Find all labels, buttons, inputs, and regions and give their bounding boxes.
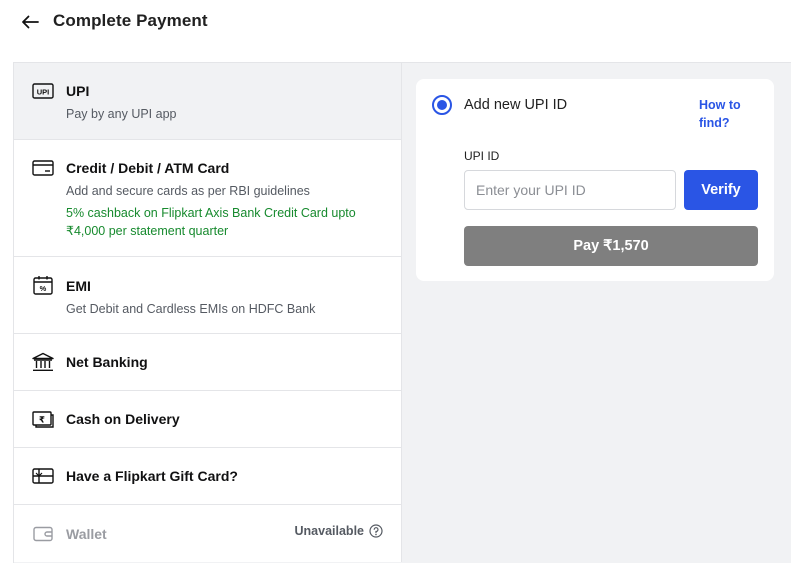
credit-card-icon bbox=[32, 159, 54, 177]
method-wallet: Wallet Unavailable bbox=[14, 505, 401, 562]
method-giftcard[interactable]: Have a Flipkart Gift Card? bbox=[14, 448, 401, 505]
verify-button[interactable]: Verify bbox=[684, 170, 758, 210]
method-title: Credit / Debit / ATM Card bbox=[66, 160, 230, 176]
radio-selected-dot bbox=[437, 100, 447, 110]
method-cod[interactable]: ₹ Cash on Delivery bbox=[14, 391, 401, 448]
method-subtitle: Pay by any UPI app bbox=[66, 107, 177, 121]
back-button[interactable] bbox=[18, 12, 42, 32]
upi-icon: UPI bbox=[32, 82, 54, 100]
upi-id-label: UPI ID bbox=[464, 149, 500, 163]
method-subtitle: Get Debit and Cardless EMIs on HDFC Bank bbox=[66, 302, 316, 316]
svg-text:₹: ₹ bbox=[39, 415, 45, 425]
offer-text: 5% cashback on Flipkart Axis Bank Credit… bbox=[66, 206, 356, 238]
method-title: EMI bbox=[66, 278, 91, 294]
method-title: Cash on Delivery bbox=[66, 411, 180, 427]
gift-card-icon bbox=[32, 467, 54, 485]
method-upi[interactable]: UPI UPI Pay by any UPI app bbox=[14, 63, 401, 140]
payment-methods-list: UPI UPI Pay by any UPI app Credit / Debi… bbox=[14, 63, 402, 562]
page-title: Complete Payment bbox=[53, 11, 208, 30]
wallet-icon bbox=[32, 525, 54, 543]
how-to-find-link[interactable]: How to find? bbox=[699, 96, 759, 132]
payment-panel: UPI UPI Pay by any UPI app Credit / Debi… bbox=[13, 62, 791, 563]
svg-text:UPI: UPI bbox=[37, 88, 50, 97]
cash-icon: ₹ bbox=[32, 410, 54, 428]
method-title: Have a Flipkart Gift Card? bbox=[66, 468, 238, 484]
method-card[interactable]: Credit / Debit / ATM Card Add and secure… bbox=[14, 140, 401, 257]
bank-icon bbox=[32, 352, 54, 372]
method-title: Net Banking bbox=[66, 354, 148, 370]
method-title: Wallet bbox=[66, 526, 107, 542]
upi-id-input[interactable] bbox=[464, 170, 676, 210]
status-text: Unavailable bbox=[294, 524, 364, 538]
method-subtitle: Add and secure cards as per RBI guidelin… bbox=[66, 184, 310, 198]
method-netbanking[interactable]: Net Banking bbox=[14, 334, 401, 391]
help-circle-icon[interactable] bbox=[369, 524, 383, 538]
emi-calendar-icon: % bbox=[32, 275, 54, 295]
method-title: UPI bbox=[66, 83, 90, 99]
pay-button[interactable]: Pay ₹1,570 bbox=[464, 226, 758, 266]
add-upi-radio[interactable] bbox=[432, 95, 452, 115]
svg-text:%: % bbox=[40, 284, 47, 293]
arrow-left-icon bbox=[22, 15, 39, 29]
header: Complete Payment bbox=[0, 0, 791, 44]
method-emi[interactable]: % EMI Get Debit and Cardless EMIs on HDF… bbox=[14, 257, 401, 334]
add-upi-label: Add new UPI ID bbox=[464, 97, 568, 113]
upi-form-card: Add new UPI ID How to find? UPI ID Verif… bbox=[416, 79, 774, 281]
unavailable-status: Unavailable bbox=[295, 524, 383, 538]
